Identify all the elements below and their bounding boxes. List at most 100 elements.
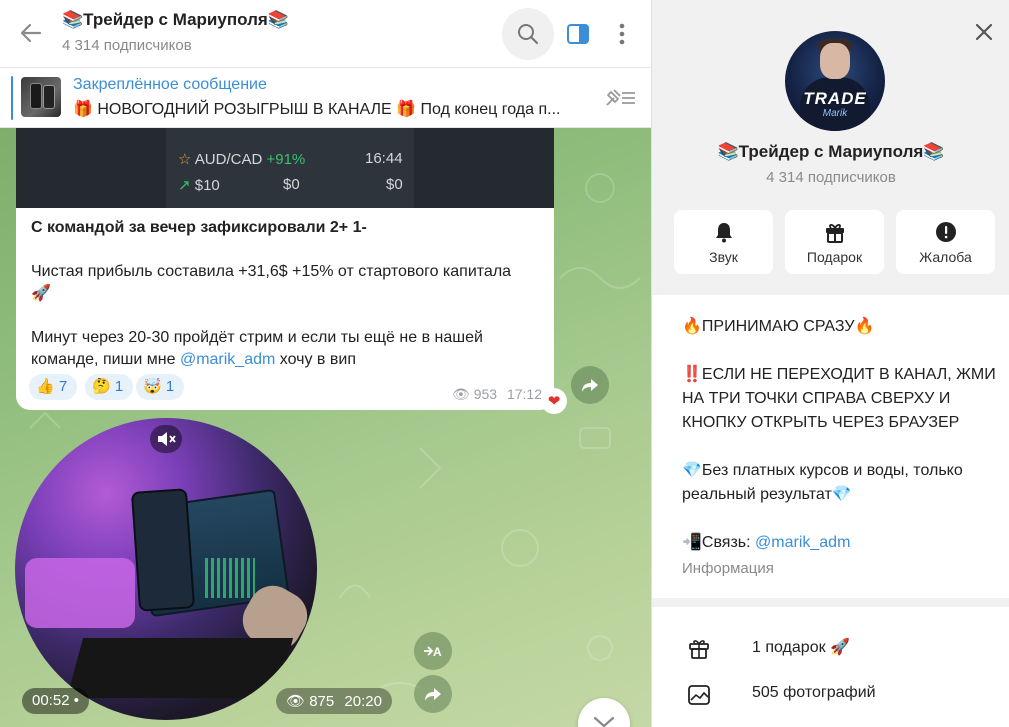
gifts-label: 1 подарок 🚀 <box>752 639 850 656</box>
pin-list-icon <box>606 89 635 106</box>
post-meta: 👁 953 17:12 <box>452 386 542 403</box>
chat-title[interactable]: 📚Трейдер с Мариуполя📚 <box>62 10 289 30</box>
photo-icon <box>688 685 710 705</box>
forward-button[interactable] <box>414 675 452 713</box>
reaction-thumbs-up[interactable]: 👍 7 <box>29 374 78 400</box>
description-line: 💎Без платных курсов и воды, только реаль… <box>682 462 963 503</box>
report-button[interactable]: Жалоба <box>896 210 995 274</box>
trade-row-pair: ☆ AUD/CAD +91% <box>178 150 305 168</box>
video-meta: 👁 875 20:20 <box>276 688 392 714</box>
contact-link[interactable]: @marik_adm <box>755 534 850 551</box>
eye-icon: 👁 <box>452 386 470 402</box>
pinned-message[interactable]: Закреплённое сообщение 🎁 НОВОГОДНИЙ РОЗЫ… <box>0 68 651 128</box>
more-options-button[interactable] <box>612 20 632 48</box>
post-views: 953 <box>473 386 498 402</box>
thumbs-up-icon: 👍 <box>36 378 55 395</box>
report-label: Жалоба <box>919 249 972 265</box>
trade-result: $0 <box>386 176 403 193</box>
channel-name: 📚Трейдер с Мариуполя📚 <box>717 142 945 161</box>
close-icon <box>975 23 993 41</box>
close-panel-button[interactable] <box>972 20 996 44</box>
reaction-count: 1 <box>165 378 175 395</box>
channel-subscribers: 4 314 подписчиков <box>766 169 896 186</box>
chat-area: 📚Трейдер с Мариуполя📚 4 314 подписчиков <box>0 0 651 727</box>
gift-button[interactable]: Подарок <box>785 210 884 274</box>
mind-blown-icon: 🤯 <box>143 378 162 395</box>
rocket-emoji: 🚀 <box>31 285 51 302</box>
star-icon: ☆ <box>178 151 192 168</box>
reaction-thinking[interactable]: 🤔 1 <box>85 374 134 400</box>
warning-icon <box>936 222 956 242</box>
heart-reaction-badge[interactable]: ❤ <box>541 388 567 414</box>
share-icon <box>582 379 598 392</box>
trade-change: +91% <box>266 151 306 168</box>
translate-icon: A <box>424 645 442 659</box>
sidebar-icon <box>567 24 589 44</box>
avatar-logo-text: TRADE <box>803 89 867 108</box>
trade-row-amount: ↗ $10 <box>178 176 220 194</box>
channel-extras: 1 подарок 🚀 505 фотографий <box>652 607 1009 727</box>
description-line: 🔥ПРИНИМАЮ СРАЗУ🔥 <box>682 318 875 335</box>
post-cta-line: Минут через 20-30 пройдёт стрим и если т… <box>31 329 483 346</box>
post-profit-line: Чистая прибыль составила +31,6$ +15% от … <box>31 263 512 280</box>
unpin-button[interactable] <box>604 86 638 110</box>
mute-button[interactable] <box>150 425 182 453</box>
reaction-mind-blown[interactable]: 🤯 1 <box>136 374 185 400</box>
post-cta-line2: команде, пиши мне @marik_adm хочу в вип <box>31 349 546 371</box>
gift-box-icon <box>689 640 709 659</box>
eye-icon: 👁 <box>286 693 306 710</box>
sound-label: Звук <box>709 249 738 265</box>
sound-button[interactable]: Звук <box>674 210 773 274</box>
panel-header: TRADE Marik 📚Трейдер с Мариуполя📚 4 314 … <box>652 0 1009 295</box>
channel-post[interactable]: ☆ AUD/CAD +91% 16:44 ↗ $10 $0 $0 С коман… <box>16 128 554 410</box>
cta-suffix: хочу в вип <box>279 351 356 368</box>
forward-button[interactable] <box>571 366 609 404</box>
trade-time: 16:44 <box>365 150 403 167</box>
share-icon <box>425 688 441 701</box>
trade-profit: $0 <box>283 176 300 193</box>
channel-info-panel: TRADE Marik 📚Трейдер с Мариуполя📚 4 314 … <box>651 0 1009 727</box>
gifts-row[interactable]: 1 подарок 🚀 <box>652 625 1009 669</box>
arrow-left-icon <box>20 23 42 43</box>
post-headline: С командой за вечер зафиксировали 2+ 1- <box>31 219 367 236</box>
gift-icon <box>826 224 844 243</box>
channel-description: 🔥ПРИНИМАЮ СРАЗУ🔥 ‼️ЕСЛИ НЕ ПЕРЕХОДИТ В К… <box>652 295 1009 598</box>
trade-amount: $10 <box>194 177 220 194</box>
video-views: 875 <box>309 693 335 710</box>
translate-button[interactable]: A <box>414 632 452 670</box>
scroll-to-bottom-button[interactable] <box>578 698 630 727</box>
chat-subscribers: 4 314 подписчиков <box>62 37 192 54</box>
back-button[interactable] <box>18 20 44 46</box>
search-button[interactable] <box>502 8 554 60</box>
pinned-thumbnail <box>21 77 61 117</box>
post-text: С командой за вечер зафиксировали 2+ 1- … <box>31 217 546 371</box>
contact-prefix: 📲Связь: <box>682 534 751 551</box>
bell-icon <box>716 223 732 243</box>
video-message[interactable] <box>15 418 317 720</box>
duration-text: 00:52 <box>32 692 70 709</box>
video-time: 20:20 <box>344 693 382 710</box>
chat-header: 📚Трейдер с Мариуполя📚 4 314 подписчиков <box>0 0 651 68</box>
reaction-count: 7 <box>58 378 68 395</box>
trade-pair: AUD/CAD <box>194 151 263 168</box>
gift-label: Подарок <box>806 249 863 265</box>
toggle-sidebar-button[interactable] <box>565 21 591 47</box>
pinned-indicator <box>11 76 13 120</box>
post-image[interactable]: ☆ AUD/CAD +91% 16:44 ↗ $10 $0 $0 <box>16 128 554 208</box>
thinking-icon: 🤔 <box>92 378 111 395</box>
pinned-label: Закреплённое сообщение <box>73 76 267 93</box>
chevron-down-icon <box>593 716 615 727</box>
description-line: ‼️ЕСЛИ НЕ ПЕРЕХОДИТ В КАНАЛ, ЖМИ НА ТРИ … <box>682 366 996 431</box>
trade-screenshot <box>166 128 414 208</box>
photos-row[interactable]: 505 фотографий <box>652 672 1009 716</box>
svg-text:A: A <box>433 645 442 659</box>
pinned-text: 🎁 НОВОГОДНИЙ РОЗЫГРЫШ В КАНАЛЕ 🎁 Под кон… <box>73 101 561 118</box>
photos-label: 505 фотографий <box>752 684 876 701</box>
arrow-up-right-icon: ↗ <box>178 177 191 194</box>
search-icon <box>518 24 539 45</box>
mention-link[interactable]: @marik_adm <box>180 351 275 368</box>
channel-avatar[interactable]: TRADE Marik <box>785 31 885 131</box>
cta-prefix: команде, пиши мне <box>31 351 176 368</box>
dot-icon: • <box>73 692 79 709</box>
video-duration: 00:52 • <box>22 688 89 714</box>
